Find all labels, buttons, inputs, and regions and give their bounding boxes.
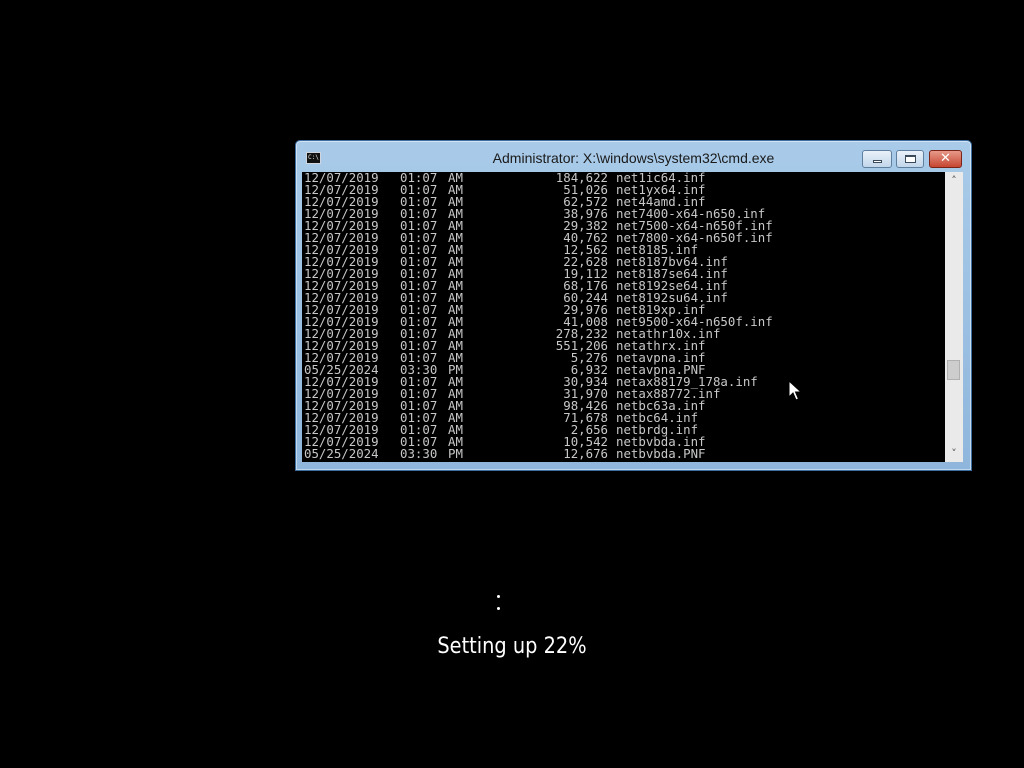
file-name: netbvbda.PNF — [616, 446, 706, 461]
file-time: 03:30 — [400, 446, 438, 461]
file-date: 05/25/2024 — [304, 446, 379, 461]
close-icon: ✕ — [940, 151, 951, 166]
mouse-pointer-icon — [788, 380, 802, 401]
scroll-up-icon[interactable]: ˄ — [945, 172, 963, 189]
console-output[interactable]: 12/07/2019 01:07 AM 184,622 net1ic64.inf 12/0… — [302, 172, 945, 462]
minimize-button[interactable] — [862, 150, 892, 168]
close-button[interactable]: ✕ — [929, 150, 962, 168]
setup-status: Setting up 22% — [437, 634, 587, 659]
desktop-screen: C:\ Administrator: X:\windows\system32\c… — [0, 0, 1024, 768]
title-bar[interactable]: C:\ Administrator: X:\windows\system32\c… — [296, 141, 971, 172]
maximize-button[interactable] — [896, 150, 924, 168]
console-row: 05/25/2024 03:30 PM 12,676 netbvbda.PNF — [304, 446, 945, 461]
cmd-window[interactable]: C:\ Administrator: X:\windows\system32\c… — [295, 140, 972, 471]
scroll-down-icon[interactable]: ˅ — [945, 445, 963, 462]
file-ampm: PM — [448, 446, 463, 461]
scroll-thumb[interactable] — [947, 360, 960, 380]
file-size: 12,676 — [563, 446, 608, 461]
minimize-icon — [873, 160, 882, 163]
loading-spinner-icon — [492, 590, 504, 616]
directory-listing: 12/07/2019 01:07 AM 184,622 net1ic64.inf 12/0… — [304, 172, 945, 460]
vertical-scrollbar[interactable]: ˄ ˅ — [945, 172, 963, 462]
maximize-icon — [905, 155, 916, 163]
